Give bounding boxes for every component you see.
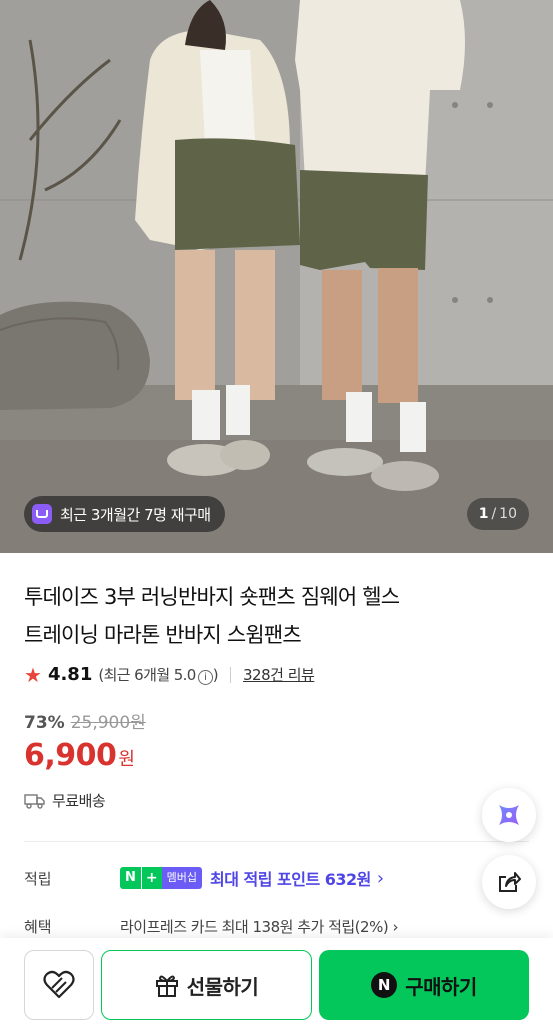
shipping-text: 무료배송: [52, 792, 106, 810]
share-button[interactable]: [482, 855, 536, 909]
discount-row: 73% 25,900원: [24, 708, 146, 733]
bottom-action-bar: 선물하기 N 구매하기: [0, 938, 553, 1024]
recent-rating: (최근 6개월 5.0 i): [98, 664, 219, 685]
section-divider: [24, 841, 529, 842]
wishlist-button[interactable]: [24, 950, 94, 1020]
buy-button[interactable]: N 구매하기: [319, 950, 529, 1020]
gift-button[interactable]: 선물하기: [101, 950, 312, 1020]
truck-icon: [24, 793, 45, 809]
share-icon: [499, 872, 521, 892]
divider: [230, 666, 232, 683]
price-row: 6,900 원: [24, 738, 135, 773]
info-icon[interactable]: i: [197, 670, 213, 685]
points-row[interactable]: 적립 N + 멤버십 최대 적립 포인트 632원 ›: [24, 866, 444, 890]
rating-row: ★ 4.81 (최근 6개월 5.0 i) 328건 리뷰: [24, 662, 315, 687]
gift-button-label: 선물하기: [186, 974, 259, 999]
discount-rate: 73%: [24, 713, 65, 733]
benefit-text: 라이프레즈 카드 최대 138원 추가 적립(2%) ›: [120, 918, 398, 936]
heart-icon: [43, 970, 75, 999]
buy-button-label: 구매하기: [405, 974, 477, 999]
product-title-line2: 트레이닝 마라톤 반바지 스윔팬츠: [24, 623, 302, 647]
shipping-info: 무료배송: [24, 790, 106, 811]
image-counter-slash: /: [491, 506, 497, 522]
recent-rating-prefix: (최근 6개월 5.0: [98, 666, 196, 684]
sale-price: 6,900: [24, 738, 117, 773]
benefit-row[interactable]: 혜택 라이프레즈 카드 최대 138원 추가 적립(2%) ›: [24, 916, 494, 938]
benefit-label: 혜택: [24, 918, 52, 936]
image-counter-current: 1: [478, 506, 489, 522]
ai-assistant-button[interactable]: [482, 788, 536, 842]
image-counter-total: 10: [499, 506, 517, 522]
product-title: 투데이즈 3부 러닝반바지 숏팬츠 짐웨어 헬스 트레이닝 마라톤 반바지 스윔…: [24, 578, 494, 654]
rating-score: 4.81: [47, 664, 93, 685]
repurchase-text: 최근 3개월간 7명 재구매: [60, 505, 211, 524]
product-title-line1: 투데이즈 3부 러닝반바지 숏팬츠 짐웨어 헬스: [24, 585, 400, 609]
max-points-text: 최대 적립 포인트 632원: [210, 870, 371, 889]
membership-label: 멤버십: [161, 867, 202, 889]
image-counter: 1 / 10: [466, 498, 529, 530]
npay-logo-icon: N: [371, 972, 398, 998]
points-label: 적립: [24, 869, 52, 888]
recent-rating-suffix: ): [212, 666, 219, 684]
original-price: 25,900원: [70, 713, 146, 733]
star-icon: ★: [24, 662, 42, 687]
review-count-link[interactable]: 328건 리뷰: [243, 664, 315, 685]
repurchase-badge: 최근 3개월간 7명 재구매: [24, 496, 225, 532]
npay-plus-logo: +: [140, 867, 162, 889]
gift-icon: [155, 975, 178, 997]
npay-membership-badge: N + 멤버십: [120, 867, 202, 889]
shopping-bag-icon: [32, 504, 52, 524]
npay-n-logo: N: [120, 867, 141, 889]
product-image-carousel[interactable]: 최근 3개월간 7명 재구매 1 / 10: [0, 0, 553, 553]
currency-unit: 원: [118, 749, 135, 770]
ai-sparkle-icon: [499, 805, 519, 825]
chevron-right-icon: ›: [376, 867, 385, 889]
product-photo: [0, 0, 553, 553]
